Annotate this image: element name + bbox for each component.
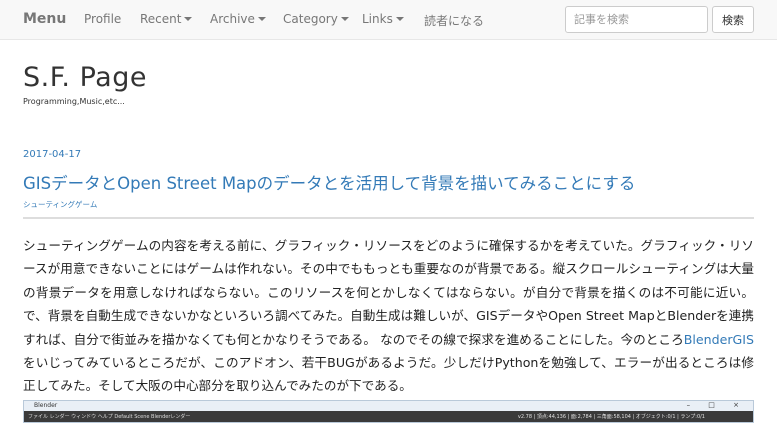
blender-screenshot-image: Blender – □ × ファイル レンダー ウィンドウ ヘルプ Defaul… [23,400,754,423]
nav-label-subscribe: 読者になる [424,14,485,28]
search-input[interactable] [565,6,708,33]
site-title[interactable]: S.F. Page [23,62,147,93]
nav-label-archive: Archive [210,12,255,26]
post-date[interactable]: 2017-04-17 [23,149,81,160]
nav-item-links[interactable]: Links [362,12,404,26]
post-body: シューティングゲームの内容を考える前に、グラフィック・リソースをどのように確保す… [23,234,754,398]
post-body-text: シューティングゲームの内容を考える前に、グラフィック・リソースをどのように確保す… [23,238,754,347]
nav-label-category: Category [283,12,338,26]
blender-window-title: Blender [24,401,753,411]
site-tagline: Programming,Music,etc... [23,97,125,106]
nav-item-subscribe[interactable]: 読者になる [424,12,484,29]
nav-item-profile[interactable]: Profile [84,12,121,26]
blender-status: v2.78 | 頂点:44,136 | 面:2,784 | 三角面:58,104… [517,414,705,420]
caret-down-icon [395,17,404,21]
post-body-text-continued: をいじってみているところだが、このアドオン、若干BUGがあるようだ。少しだけPy… [23,355,754,394]
caret-down-icon [340,17,349,21]
post-title[interactable]: GISデータとOpen Street Mapのデータとを活用して背景を描いてみる… [23,170,635,194]
nav-item-recent[interactable]: Recent [140,12,193,26]
post-category[interactable]: シューティングゲーム [23,199,97,210]
nav-item-archive[interactable]: Archive [210,12,266,26]
nav-label-recent: Recent [140,12,182,26]
menu-brand[interactable]: Menu [23,11,66,27]
blendergis-link[interactable]: BlenderGIS [684,332,754,347]
nav-label-links: Links [362,12,393,26]
window-controls-icon: – □ × [686,401,747,409]
divider [23,217,754,219]
nav-label-profile: Profile [84,12,122,26]
search-button[interactable]: 検索 [712,6,754,33]
caret-down-icon [257,17,266,21]
navbar: Menu Profile Recent Archive Category Lin… [0,0,777,40]
nav-item-category[interactable]: Category [283,12,349,26]
caret-down-icon [184,17,193,21]
